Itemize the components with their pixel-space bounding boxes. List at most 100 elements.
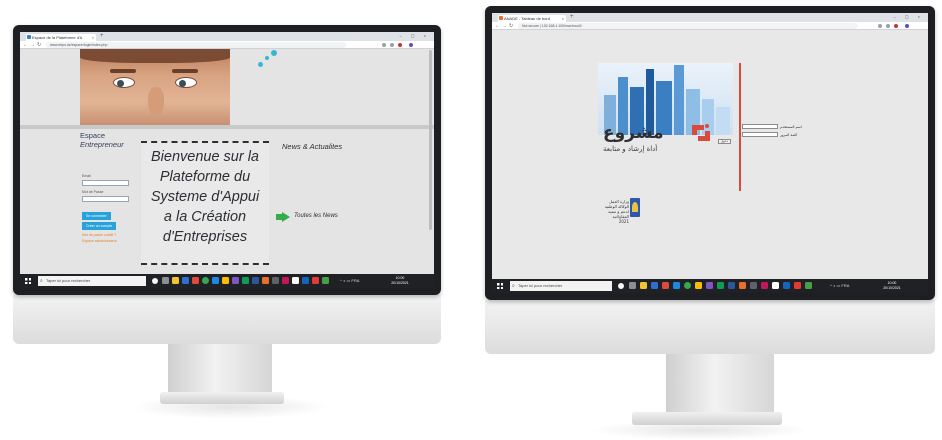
taskbar-app-icon[interactable] [232, 277, 239, 284]
taskbar-app-icon[interactable] [262, 277, 269, 284]
taskbar-clock[interactable]: 10:00 20/10/2021 [386, 276, 414, 286]
hero-brow-left [110, 69, 136, 73]
tab-favicon-icon [27, 35, 31, 39]
taskbar-app-icon[interactable] [312, 277, 319, 284]
taskbar-app-icon[interactable] [739, 282, 746, 289]
extension-icon[interactable] [878, 24, 882, 28]
profile-avatar-icon[interactable] [409, 43, 413, 47]
taskbar-app-icon[interactable] [182, 277, 189, 284]
green-arrow-icon[interactable] [282, 212, 290, 222]
browser-tab[interactable]: Espace de la Plateforme d'A × [26, 34, 96, 41]
taskbar-app-icon[interactable] [728, 282, 735, 289]
welcome-banner: Bienvenue sur la Plateforme du Systeme d… [141, 141, 269, 265]
welcome-line: d'Entreprises [162, 229, 248, 245]
taskbar-app-icon[interactable] [772, 282, 779, 289]
taskbar-app-icon[interactable] [302, 277, 309, 284]
tab-close-icon[interactable]: × [92, 34, 94, 41]
forward-arrow-icon[interactable]: → [30, 42, 35, 48]
password-field[interactable] [82, 196, 129, 202]
extension-icon[interactable] [398, 43, 402, 47]
register-button[interactable]: Créer un compte [82, 222, 117, 230]
url-field[interactable]: Not secure | 192.168.1.100/machrou3/ [518, 23, 858, 29]
extension-icon[interactable] [390, 43, 394, 47]
taskbar-app-icon[interactable] [662, 282, 669, 289]
windows-start-icon[interactable] [25, 278, 31, 284]
taskbar-app-icon[interactable] [322, 277, 329, 284]
back-arrow-icon[interactable]: ← [495, 23, 500, 29]
system-tray[interactable]: ^ ◖ ▭ FRA [340, 278, 359, 283]
extension-icon[interactable] [886, 24, 890, 28]
taskbar-app-icon[interactable] [252, 277, 259, 284]
password-label: Mot de Passe [82, 190, 104, 194]
skyline-building [674, 65, 684, 135]
extension-icon[interactable] [894, 24, 898, 28]
taskbar-search-placeholder: Taper ici pour rechercher [518, 283, 563, 288]
taskbar-search[interactable]: ⌕ Taper ici pour rechercher [510, 281, 612, 291]
taskbar-app-icon[interactable] [783, 282, 790, 289]
login-button[interactable]: دخول [718, 139, 731, 144]
forward-arrow-icon[interactable]: → [502, 23, 507, 29]
taskbar-app-icon[interactable] [651, 282, 658, 289]
new-tab-button[interactable]: + [100, 33, 104, 39]
taskbar-app-icon[interactable] [695, 282, 702, 289]
taskbar-app-icon[interactable] [192, 277, 199, 284]
taskbar-app-icon[interactable] [706, 282, 713, 289]
decorative-dot [258, 62, 263, 67]
login-button[interactable]: Se connecter [82, 212, 111, 220]
extension-icon[interactable] [382, 43, 386, 47]
left-monitor-base [160, 392, 284, 404]
profile-avatar-icon[interactable] [905, 24, 909, 28]
taskbar-app-icon[interactable] [805, 282, 812, 289]
taskbar-app-icon[interactable] [152, 278, 158, 284]
taskbar-app-icon[interactable] [202, 277, 209, 284]
system-tray[interactable]: ^ ◖ ▭ FRA [830, 283, 849, 288]
taskbar-app-icon[interactable] [750, 282, 757, 289]
taskbar-search[interactable]: ⌕ Taper ici pour rechercher [38, 276, 146, 286]
new-tab-button[interactable]: + [570, 14, 574, 20]
decorative-dot [271, 50, 277, 56]
taskbar-app-icon[interactable] [272, 277, 279, 284]
tab-close-icon[interactable]: × [562, 15, 564, 22]
hero-brow-right [172, 69, 198, 73]
back-arrow-icon[interactable]: ← [23, 42, 28, 48]
all-news-link[interactable]: Toutes les News [294, 213, 338, 219]
taskbar-app-icon[interactable] [162, 277, 169, 284]
right-monitor-chin [485, 300, 935, 354]
window-controls[interactable]: – ▢ × [399, 33, 430, 38]
taskbar-app-icon[interactable] [618, 283, 624, 289]
taskbar-clock[interactable]: 10:00 20/10/2021 [878, 281, 906, 291]
admin-link[interactable]: Espace administrateur [82, 239, 117, 243]
taskbar-app-icon[interactable] [242, 277, 249, 284]
reload-icon[interactable]: ↻ [509, 23, 513, 29]
browser-tab[interactable]: ANADE - Tableau de bord × [498, 15, 566, 22]
scrollbar[interactable] [429, 50, 432, 230]
taskbar-app-icon[interactable] [212, 277, 219, 284]
taskbar-app-icon[interactable] [282, 277, 289, 284]
username-field[interactable] [742, 124, 778, 129]
search-icon: ⌕ [512, 283, 515, 289]
url-field[interactable]: www.eeps.dz/espace/login/index.php [46, 42, 346, 48]
left-monitor-neck [168, 336, 272, 396]
taskbar-app-icon[interactable] [629, 282, 636, 289]
taskbar-app-icon[interactable] [794, 282, 801, 289]
window-controls[interactable]: – ▢ × [893, 14, 924, 19]
password-field[interactable] [742, 132, 778, 137]
footer-text: وزارة العمل الوكالة الوطنية لدعم و تنمية… [587, 199, 629, 224]
taskbar-app-icon[interactable] [684, 282, 691, 289]
windows-start-icon[interactable] [497, 283, 503, 289]
taskbar-app-icon[interactable] [717, 282, 724, 289]
taskbar-app-icon[interactable] [172, 277, 179, 284]
left-screen: Espace de la Plateforme d'A × + – ▢ × ← … [20, 32, 434, 288]
taskbar-app-icon[interactable] [761, 282, 768, 289]
taskbar-app-icon[interactable] [292, 277, 299, 284]
hero-eye-left [113, 77, 135, 88]
taskbar-app-icon[interactable] [673, 282, 680, 289]
email-field[interactable] [82, 180, 129, 186]
news-title: News & Actualites [282, 142, 343, 151]
forgot-password-link[interactable]: Mot de passe oublié ? [82, 233, 116, 237]
taskbar-app-icon[interactable] [222, 277, 229, 284]
reload-icon[interactable]: ↻ [37, 42, 41, 48]
taskbar-app-icon[interactable] [640, 282, 647, 289]
tab-strip: Espace de la Plateforme d'A × + – ▢ × [20, 32, 434, 41]
hero-nose [148, 87, 164, 117]
